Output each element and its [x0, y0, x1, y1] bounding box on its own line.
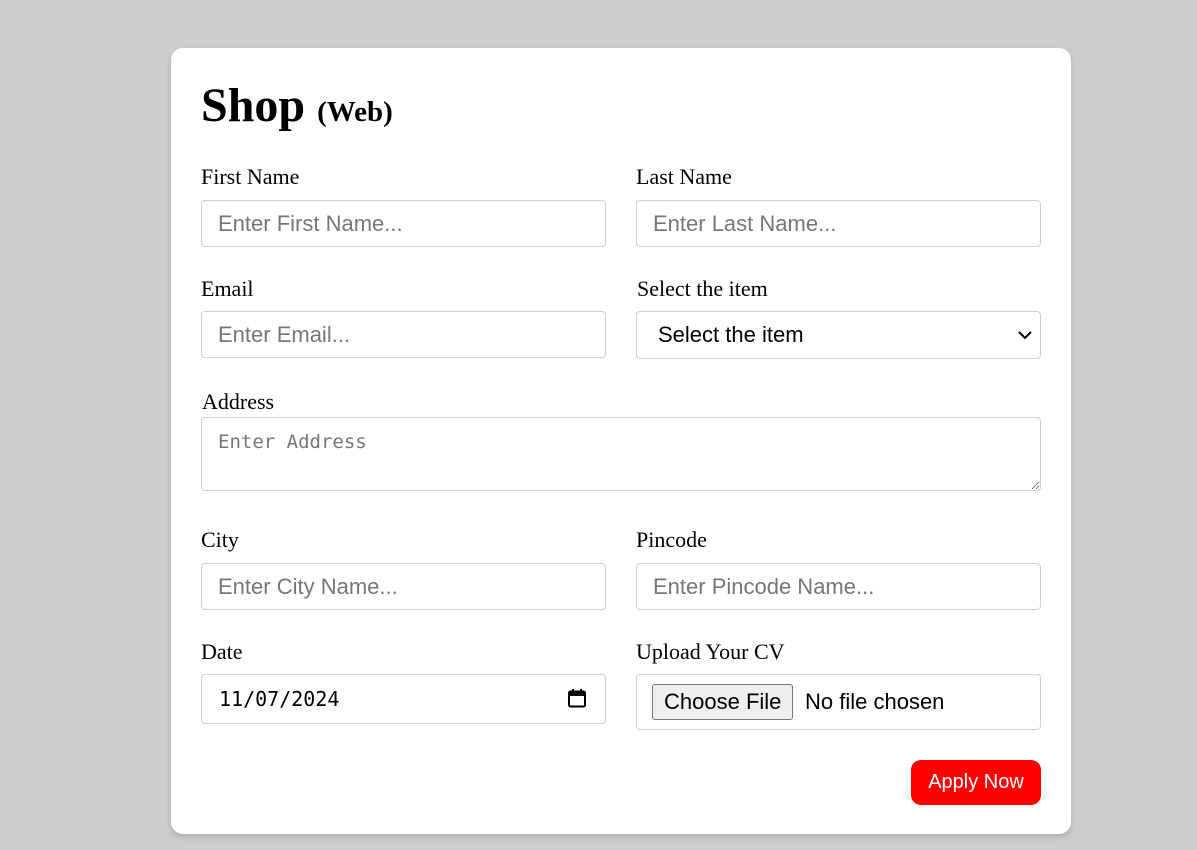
- page-title: Shop (Web): [201, 78, 393, 140]
- calendar-icon[interactable]: [567, 688, 587, 708]
- last-name-input[interactable]: [636, 200, 1041, 247]
- item-select-label: Select the item: [637, 276, 768, 301]
- date-value: 11/07/2024: [219, 687, 340, 711]
- address-label: Address: [202, 389, 275, 414]
- title-sub: (Web): [317, 96, 393, 128]
- pincode-input[interactable]: [636, 563, 1041, 610]
- city-label: City: [201, 527, 239, 552]
- address-textarea[interactable]: [201, 417, 1041, 491]
- cv-file-input[interactable]: Choose File No file chosen: [636, 674, 1041, 730]
- last-name-label: Last Name: [636, 164, 732, 189]
- apply-now-button[interactable]: Apply Now: [911, 760, 1041, 805]
- file-status-text: No file chosen: [805, 689, 945, 714]
- item-select-value: Select the item: [658, 322, 804, 347]
- chevron-down-icon: [1018, 331, 1032, 340]
- email-input[interactable]: [201, 311, 606, 358]
- first-name-label: First Name: [201, 164, 300, 189]
- first-name-input[interactable]: [201, 200, 606, 247]
- form-card: Shop (Web) First Name Last Name Email Se…: [171, 48, 1071, 834]
- date-label: Date: [201, 639, 243, 664]
- item-select[interactable]: Select the item: [636, 311, 1041, 359]
- date-input[interactable]: 11/07/2024: [201, 674, 606, 724]
- cv-upload-label: Upload Your CV: [636, 639, 785, 664]
- pincode-label: Pincode: [636, 527, 707, 552]
- email-label: Email: [201, 276, 254, 301]
- title-main: Shop: [201, 79, 306, 132]
- choose-file-button[interactable]: Choose File: [652, 684, 794, 720]
- city-input[interactable]: [201, 563, 606, 610]
